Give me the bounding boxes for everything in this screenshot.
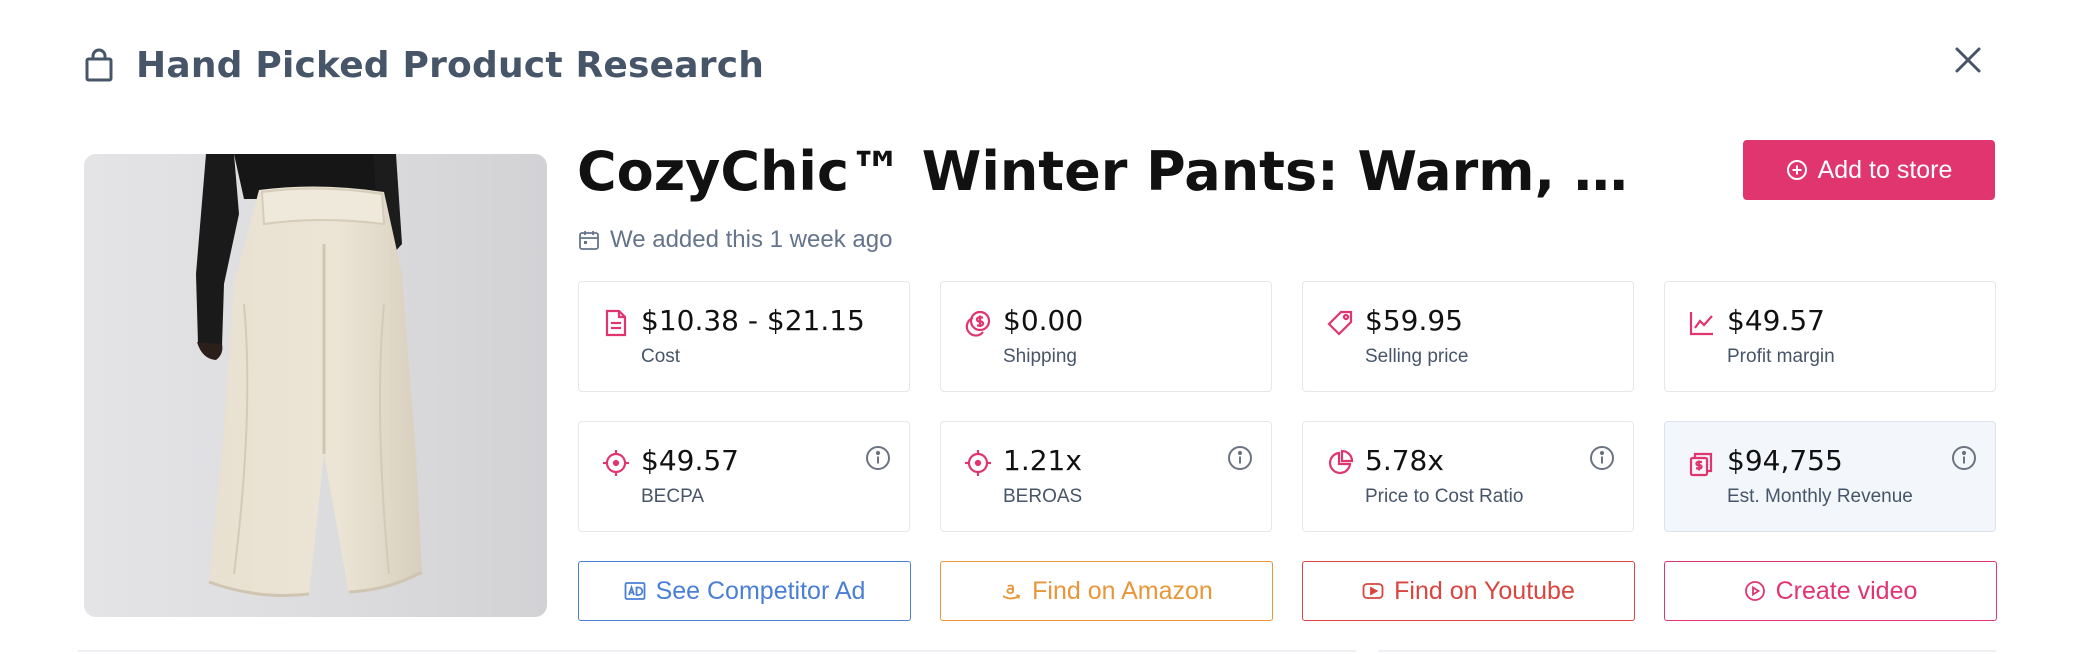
- profit-margin-value: $49.57: [1727, 304, 1825, 337]
- line-chart-icon: [1687, 308, 1717, 338]
- price-to-cost-value: 5.78x: [1365, 444, 1444, 477]
- price-to-cost-label: Price to Cost Ratio: [1365, 486, 1524, 507]
- find-on-youtube-button[interactable]: Find on Youtube: [1302, 561, 1635, 621]
- plus-circle-icon: [1786, 159, 1808, 181]
- close-button[interactable]: [1950, 42, 1986, 78]
- product-title: CozyChic™ Winter Pants: Warm, Loos…: [577, 140, 1637, 203]
- added-date-text: We added this 1 week ago: [610, 226, 893, 253]
- play-circle-icon: [1744, 580, 1766, 602]
- lower-panel-edge: [78, 650, 1356, 652]
- pie-chart-icon: [1325, 448, 1355, 478]
- add-to-store-button[interactable]: Add to store: [1743, 140, 1995, 200]
- info-icon[interactable]: [1226, 444, 1254, 472]
- stat-card-selling-price: $59.95 Selling price: [1302, 281, 1634, 392]
- calendar-icon: [578, 229, 600, 251]
- modal-header: Hand Picked Product Research: [84, 40, 764, 90]
- becpa-value: $49.57: [641, 444, 739, 477]
- info-icon[interactable]: [864, 444, 892, 472]
- coins-icon: [963, 308, 993, 338]
- crosshair-icon: [601, 448, 631, 478]
- cost-label: Cost: [641, 346, 681, 367]
- stat-card-beroas: 1.21x BEROAS: [940, 421, 1272, 532]
- price-tag-icon: [1325, 308, 1355, 338]
- shopping-bag-icon: [84, 48, 118, 82]
- create-video-label[interactable]: Create video: [1776, 577, 1918, 606]
- stat-card-price-to-cost: 5.78x Price to Cost Ratio: [1302, 421, 1634, 532]
- info-icon[interactable]: [1588, 444, 1616, 472]
- profit-margin-label: Profit margin: [1727, 346, 1835, 367]
- stat-card-shipping: $0.00 Shipping: [940, 281, 1272, 392]
- beroas-value: 1.21x: [1003, 444, 1082, 477]
- find-on-amazon-button[interactable]: Find on Amazon: [940, 561, 1273, 621]
- stat-card-profit-margin: $49.57 Profit margin: [1664, 281, 1996, 392]
- monthly-revenue-value: $94,755: [1727, 444, 1843, 477]
- info-icon[interactable]: [1950, 444, 1978, 472]
- add-to-store-label[interactable]: Add to store: [1818, 156, 1953, 185]
- create-video-button[interactable]: Create video: [1664, 561, 1997, 621]
- stat-card-becpa: $49.57 BECPA: [578, 421, 910, 532]
- shipping-label: Shipping: [1003, 346, 1077, 367]
- youtube-icon: [1362, 582, 1384, 600]
- monthly-revenue-label: Est. Monthly Revenue: [1727, 486, 1913, 507]
- product-image: [84, 154, 547, 617]
- selling-price-label: Selling price: [1365, 346, 1469, 367]
- close-icon[interactable]: [1953, 45, 1983, 75]
- modal-title: Hand Picked Product Research: [136, 44, 765, 86]
- find-on-amazon-label[interactable]: Find on Amazon: [1032, 577, 1213, 606]
- crosshair-icon: [963, 448, 993, 478]
- shipping-value: $0.00: [1003, 304, 1084, 337]
- stat-card-monthly-revenue: $94,755 Est. Monthly Revenue: [1664, 421, 1996, 532]
- see-competitor-ad-button[interactable]: See Competitor Ad: [578, 561, 911, 621]
- added-date: We added this 1 week ago: [578, 224, 892, 256]
- cost-value: $10.38 - $21.15: [641, 304, 865, 337]
- lower-panel-edge: [1378, 650, 1996, 652]
- ad-icon: [624, 581, 646, 601]
- document-icon: [601, 308, 631, 338]
- beroas-label: BEROAS: [1003, 486, 1083, 507]
- money-stack-icon: [1687, 448, 1717, 478]
- find-on-youtube-label[interactable]: Find on Youtube: [1394, 577, 1575, 606]
- stat-card-cost: $10.38 - $21.15 Cost: [578, 281, 910, 392]
- becpa-label: BECPA: [641, 486, 705, 507]
- amazon-icon: [1000, 580, 1022, 602]
- selling-price-value: $59.95: [1365, 304, 1463, 337]
- see-competitor-ad-label[interactable]: See Competitor Ad: [656, 577, 866, 606]
